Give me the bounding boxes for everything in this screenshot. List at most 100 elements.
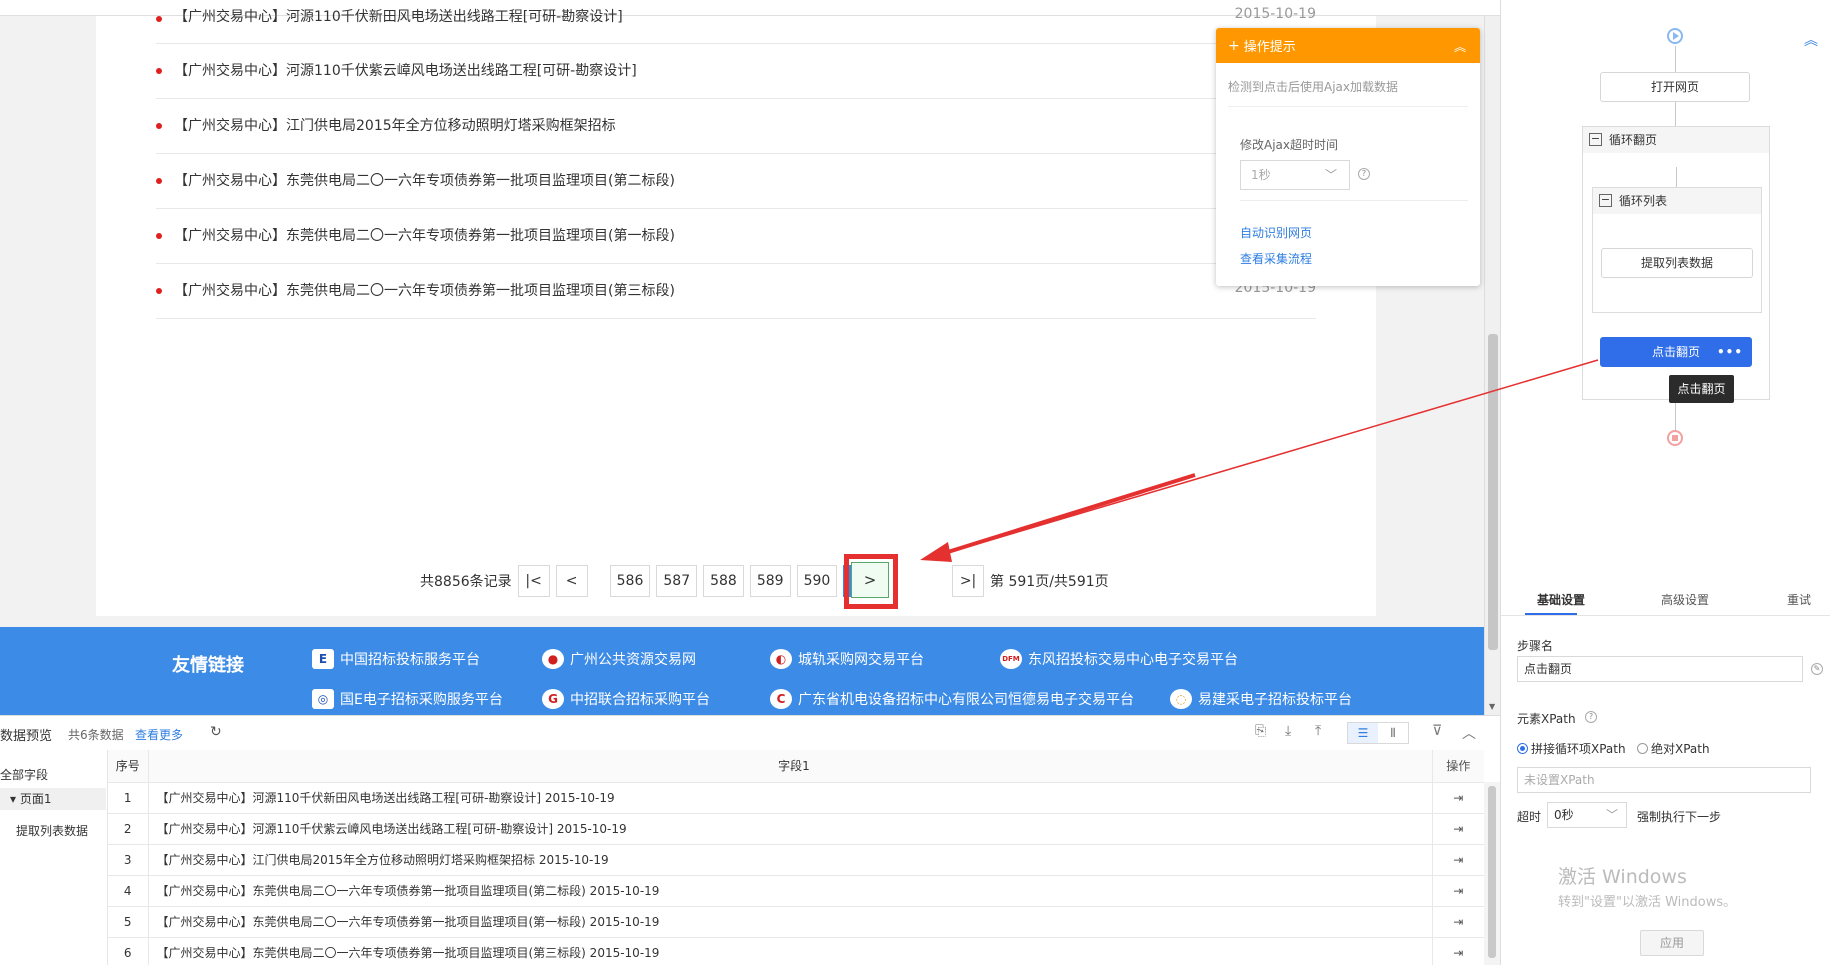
- preview-field-tree: 全部字段 ▾ 页面1 提取列表数据: [0, 750, 108, 965]
- ajax-timeout-label: 修改Ajax超时时间: [1240, 138, 1338, 152]
- row-value[interactable]: 【广州交易中心】东莞供电局二〇一六年专项债券第一批项目监理项目(第二标段) 20…: [148, 875, 1433, 907]
- refresh-icon[interactable]: ↻: [210, 724, 222, 740]
- page-button-589[interactable]: 589: [749, 565, 791, 597]
- edit-icon[interactable]: ✎: [1811, 663, 1823, 675]
- news-row[interactable]: 【广州交易中心】东莞供电局二〇一六年专项债券第一批项目监理项目(第三标段) 20…: [156, 264, 1316, 319]
- scrollbar-thumb[interactable]: [1488, 334, 1498, 650]
- radio-absolute-xpath[interactable]: 绝对XPath: [1637, 740, 1710, 757]
- view-flow-link[interactable]: 查看采集流程: [1240, 250, 1312, 267]
- download-icon[interactable]: ⤓: [1285, 723, 1291, 739]
- step-name-input[interactable]: 点击翻页: [1517, 656, 1803, 682]
- timeout-select[interactable]: 0秒 ﹀: [1547, 802, 1627, 828]
- friend-link-6[interactable]: G 中招联合招标采购平台: [542, 689, 710, 709]
- double-chevron-up-icon[interactable]: ︽: [1804, 30, 1818, 50]
- row-action-icon[interactable]: ⇥: [1432, 875, 1484, 907]
- row-action-icon[interactable]: ⇥: [1432, 813, 1484, 845]
- next-page-button[interactable]: >: [851, 562, 889, 598]
- list-view-icon[interactable]: ☰: [1348, 723, 1378, 743]
- flow-node-open-page[interactable]: 打开网页: [1600, 72, 1750, 102]
- tree-extract-list[interactable]: 提取列表数据: [16, 822, 88, 839]
- collapse-up-icon[interactable]: ︿: [1462, 723, 1476, 743]
- view-more-link[interactable]: 查看更多: [135, 726, 183, 743]
- friend-link-4[interactable]: DFM 东风招投标交易中心电子交易平台: [1000, 649, 1238, 669]
- loop-list-header[interactable]: − 循环列表: [1593, 188, 1761, 214]
- news-title[interactable]: 【广州交易中心】河源110千伏新田风电场送出线路工程[可研-勘察设计]: [174, 6, 623, 26]
- upload-icon[interactable]: ⤒: [1315, 723, 1321, 739]
- table-row[interactable]: 1 【广州交易中心】河源110千伏新田风电场送出线路工程[可研-勘察设计] 201…: [108, 782, 1484, 814]
- row-value[interactable]: 【广州交易中心】江门供电局2015年全方位移动照明灯塔采购框架招标 2015-1…: [148, 844, 1433, 876]
- news-row[interactable]: 【广州交易中心】东莞供电局二〇一六年专项债券第一批项目监理项目(第一标段): [156, 209, 1316, 264]
- friend-link-3[interactable]: ◐ 城轨采购网交易平台: [770, 649, 924, 669]
- tips-header[interactable]: + 操作提示 ︽: [1216, 28, 1480, 63]
- flow-node-click-page[interactable]: 点击翻页 •••: [1600, 337, 1752, 367]
- table-row[interactable]: 5 【广州交易中心】东莞供电局二〇一六年专项债券第一批项目监理项目(第一标段) 2…: [108, 906, 1484, 938]
- news-title[interactable]: 【广州交易中心】河源110千伏紫云嶂风电场送出线路工程[可研-勘察设计]: [174, 60, 637, 80]
- friend-link-2[interactable]: ● 广州公共资源交易网: [542, 649, 696, 669]
- loop-page-header[interactable]: − 循环翻页: [1583, 127, 1769, 153]
- loop-list-box[interactable]: − 循环列表 提取列表数据: [1592, 187, 1762, 313]
- row-action-icon[interactable]: ⇥: [1432, 937, 1484, 965]
- page-button-587[interactable]: 587: [656, 565, 698, 597]
- prev-page-button[interactable]: <: [555, 565, 588, 597]
- preview-scrollbar[interactable]: [1484, 782, 1500, 965]
- page-button-586[interactable]: 586: [609, 565, 651, 597]
- column-view-icon[interactable]: ⦀: [1378, 723, 1408, 743]
- friend-link-8[interactable]: ◌ 易建采电子招标投标平台: [1170, 689, 1352, 709]
- col-header-field1[interactable]: 字段1: [148, 750, 1433, 783]
- first-page-button[interactable]: |<: [517, 565, 550, 597]
- col-header-op: 操作: [1432, 750, 1484, 783]
- export-icon[interactable]: ⎘: [1255, 723, 1266, 739]
- last-page-button[interactable]: >|: [952, 565, 985, 597]
- tab-advanced-settings[interactable]: 高级设置: [1661, 591, 1709, 608]
- row-action-icon[interactable]: ⇥: [1432, 906, 1484, 938]
- table-row[interactable]: 3 【广州交易中心】江门供电局2015年全方位移动照明灯塔采购框架招标 2015-…: [108, 844, 1484, 876]
- filter-icon[interactable]: ⊽: [1432, 723, 1442, 739]
- scrollbar-thumb[interactable]: [1488, 786, 1496, 958]
- ajax-timeout-select[interactable]: 1秒 ﹀: [1240, 160, 1350, 190]
- click-page-tooltip: 点击翻页: [1669, 375, 1734, 403]
- friend-link-7[interactable]: C 广东省机电设备招标中心有限公司恒德易电子交易平台: [770, 689, 1134, 709]
- table-row[interactable]: 4 【广州交易中心】东莞供电局二〇一六年专项债券第一批项目监理项目(第二标段) 2…: [108, 875, 1484, 907]
- collapse-minus-icon[interactable]: −: [1599, 194, 1612, 207]
- radio-concat-xpath[interactable]: 拼接循环项XPath: [1517, 740, 1626, 757]
- scroll-down-icon[interactable]: ▼: [1489, 702, 1495, 711]
- page-button-590[interactable]: 590: [796, 565, 838, 597]
- help-icon[interactable]: ?: [1358, 168, 1370, 180]
- row-value[interactable]: 【广州交易中心】河源110千伏新田风电场送出线路工程[可研-勘察设计] 2015…: [148, 782, 1433, 814]
- auto-detect-link[interactable]: 自动识别网页: [1240, 224, 1312, 241]
- news-row[interactable]: 【广州交易中心】河源110千伏新田风电场送出线路工程[可研-勘察设计] 2015…: [156, 6, 1316, 44]
- table-row[interactable]: 2 【广州交易中心】河源110千伏紫云嶂风电场送出线路工程[可研-勘察设计] 20…: [108, 813, 1484, 845]
- page-button-588[interactable]: 588: [703, 565, 744, 597]
- loop-page-box[interactable]: − 循环翻页 − 循环列表 提取列表数据 点击翻页 •••: [1582, 126, 1770, 400]
- news-row[interactable]: 【广州交易中心】江门供电局2015年全方位移动照明灯塔采购框架招标: [156, 99, 1316, 154]
- news-row[interactable]: 【广州交易中心】东莞供电局二〇一六年专项债券第一批项目监理项目(第二标段): [156, 154, 1316, 209]
- news-title[interactable]: 【广州交易中心】江门供电局2015年全方位移动照明灯塔采购框架招标: [174, 115, 616, 135]
- row-action-icon[interactable]: ⇥: [1432, 844, 1484, 876]
- news-title[interactable]: 【广州交易中心】东莞供电局二〇一六年专项债券第一批项目监理项目(第一标段): [174, 225, 675, 245]
- xpath-input[interactable]: 未设置XPath: [1517, 767, 1811, 793]
- friend-link-5[interactable]: ◎ 国E电子招标采购服务平台: [312, 689, 503, 709]
- row-value[interactable]: 【广州交易中心】东莞供电局二〇一六年专项债券第一批项目监理项目(第一标段) 20…: [148, 906, 1433, 938]
- browser-scrollbar[interactable]: ▼: [1484, 16, 1500, 715]
- help-icon[interactable]: ?: [1585, 711, 1597, 723]
- chevron-up-icon[interactable]: ︽: [1454, 38, 1466, 55]
- news-title[interactable]: 【广州交易中心】东莞供电局二〇一六年专项债券第一批项目监理项目(第二标段): [174, 170, 675, 190]
- tree-all-fields[interactable]: 全部字段: [0, 766, 48, 783]
- content-panel: 【广州交易中心】河源110千伏新田风电场送出线路工程[可研-勘察设计] 2015…: [96, 6, 1376, 616]
- tab-basic-settings[interactable]: 基础设置: [1537, 591, 1585, 608]
- friend-link-1[interactable]: E 中国招标投标服务平台: [312, 649, 480, 669]
- divider: [1228, 106, 1468, 107]
- tab-retry[interactable]: 重试: [1787, 591, 1811, 608]
- more-dots-icon[interactable]: •••: [1717, 338, 1743, 366]
- tree-page-1[interactable]: ▾ 页面1: [0, 788, 106, 810]
- row-value[interactable]: 【广州交易中心】东莞供电局二〇一六年专项债券第一批项目监理项目(第三标段) 20…: [148, 937, 1433, 965]
- row-action-icon[interactable]: ⇥: [1432, 782, 1484, 814]
- table-row[interactable]: 6 【广州交易中心】东莞供电局二〇一六年专项债券第一批项目监理项目(第三标段) 2…: [108, 937, 1484, 965]
- apply-button[interactable]: 应用: [1640, 930, 1704, 956]
- collapse-minus-icon[interactable]: −: [1589, 133, 1602, 146]
- timeout-label: 超时: [1517, 810, 1542, 824]
- news-row[interactable]: 【广州交易中心】河源110千伏紫云嶂风电场送出线路工程[可研-勘察设计]: [156, 44, 1316, 99]
- flow-node-extract-list[interactable]: 提取列表数据: [1601, 248, 1753, 278]
- row-value[interactable]: 【广州交易中心】河源110千伏紫云嶂风电场送出线路工程[可研-勘察设计] 201…: [148, 813, 1433, 845]
- news-title[interactable]: 【广州交易中心】东莞供电局二〇一六年专项债券第一批项目监理项目(第三标段): [174, 280, 675, 300]
